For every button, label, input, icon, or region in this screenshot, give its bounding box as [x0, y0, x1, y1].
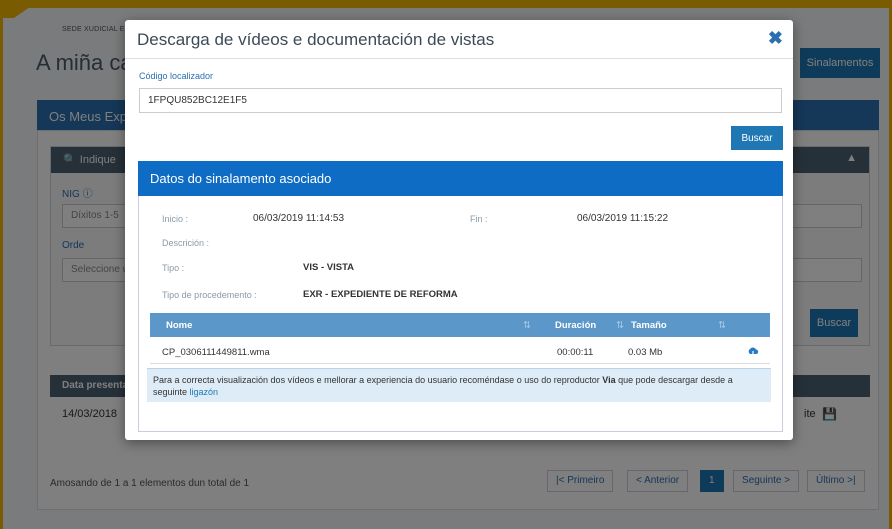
tipo-label: Tipo :	[162, 263, 185, 273]
download-modal: Descarga de vídeos e documentación de vi…	[125, 20, 793, 440]
via-player-name: Via	[602, 375, 616, 385]
sort-icon[interactable]: ⇅	[718, 320, 726, 331]
tipo-procedemento-value: EXR - EXPEDIENTE DE REFORMA	[303, 289, 458, 300]
inicio-label: Inicio :	[162, 214, 189, 224]
tipo-procedemento-label: Tipo de procedemento :	[162, 290, 257, 300]
fin-label: Fin :	[470, 214, 488, 224]
sort-icon[interactable]: ⇅	[523, 320, 531, 331]
col-tamano[interactable]: Tamaño	[631, 320, 667, 331]
ligazon-link[interactable]: ligazón	[190, 387, 219, 397]
file-size: 0.03 Mb	[628, 347, 663, 358]
table-row: CP_0306111449811.wma 00:00:11 0.03 Mb	[150, 340, 770, 364]
section-header: Datos do sinalamento asociado	[138, 161, 783, 196]
code-input[interactable]	[139, 88, 782, 113]
files-table-header: Nome ⇅ Duración ⇅ Tamaño ⇅	[150, 313, 770, 337]
col-duracion[interactable]: Duración	[555, 320, 596, 331]
descricion-label: Descrición :	[162, 238, 210, 248]
file-duration: 00:00:11	[557, 347, 594, 358]
modal-divider	[125, 58, 793, 59]
info-message: Para a correcta visualización dos vídeos…	[147, 368, 771, 402]
buscar-button[interactable]: Buscar	[731, 126, 783, 150]
col-nome[interactable]: Nome	[166, 320, 192, 331]
close-icon[interactable]: ✖	[768, 28, 783, 49]
sort-icon[interactable]: ⇅	[616, 320, 624, 331]
modal-title: Descarga de vídeos e documentación de vi…	[137, 30, 495, 49]
cloud-download-icon[interactable]	[747, 347, 759, 358]
tipo-value: VIS - VISTA	[303, 262, 355, 273]
file-name: CP_0306111449811.wma	[162, 347, 270, 358]
code-label: Código localizador	[139, 71, 214, 81]
fin-value: 06/03/2019 11:15:22	[577, 213, 669, 224]
inicio-value: 06/03/2019 11:14:53	[253, 213, 345, 224]
